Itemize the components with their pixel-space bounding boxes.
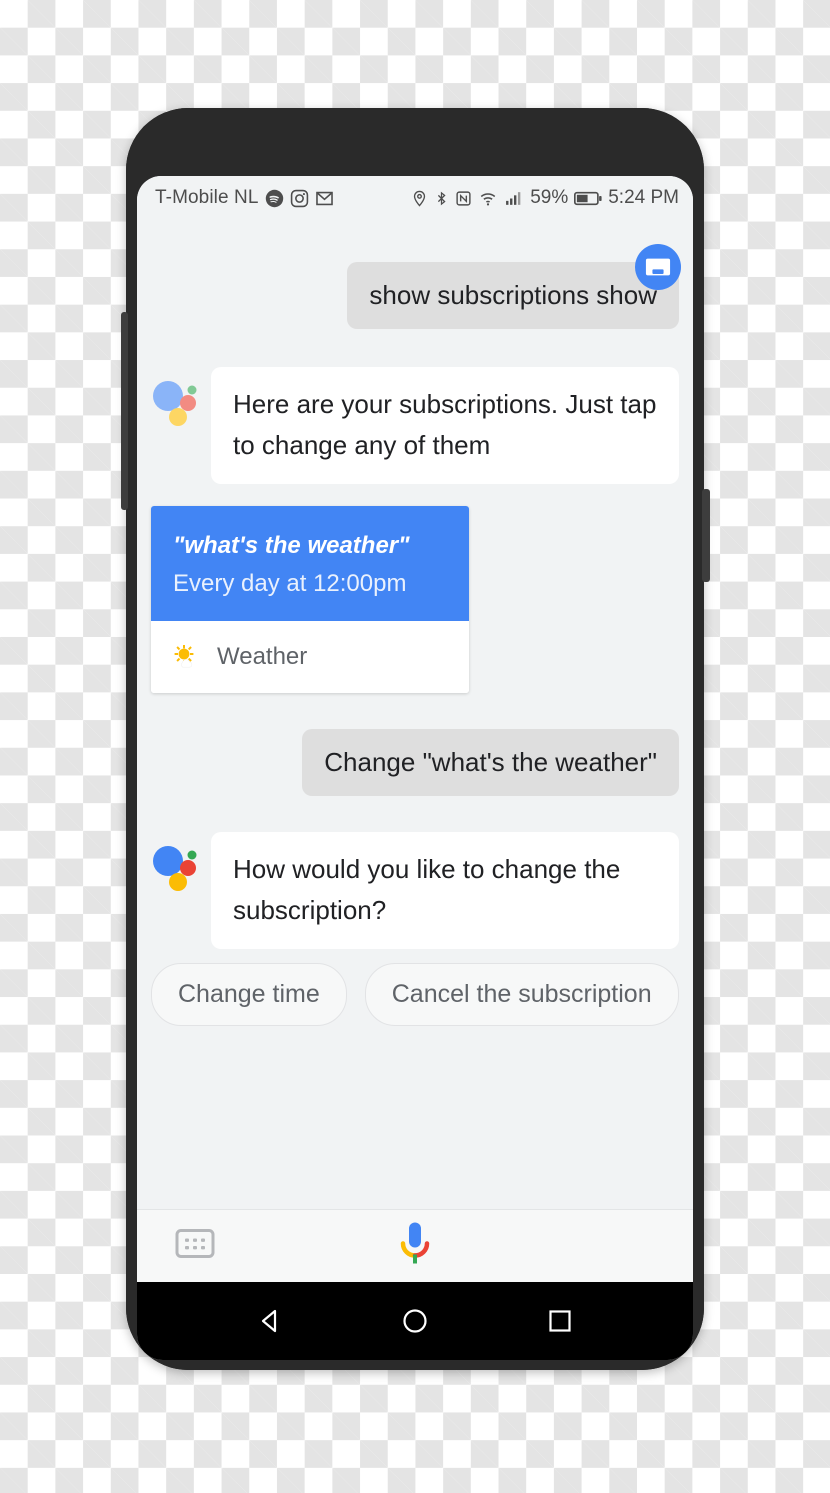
message-row-assistant: Here are your subscriptions. Just tap to… [137,366,693,484]
clock-label: 5:24 PM [608,187,679,208]
assistant-message-bubble: Here are your subscriptions. Just tap to… [211,366,679,484]
assistant-message-bubble: How would you like to change the subscri… [211,831,679,949]
partly-cloudy-weather-icon [173,644,199,670]
phone-device: T-Mobile NL 59% 5:24 PM show subscriptio… [121,108,710,1370]
subscription-card-header[interactable]: "what's the weather" Every day at 12:00p… [151,505,469,622]
android-navigation-bar [137,1282,693,1360]
recents-square-icon[interactable] [530,1291,590,1351]
suggestion-chips-row: Change time Cancel the subscription [137,949,693,1026]
nfc-icon [455,189,472,208]
status-bar-right: 59% 5:24 PM [411,187,679,209]
bluetooth-icon [434,189,449,208]
google-assistant-logo-icon [151,379,203,429]
suggestion-chip-cancel-subscription[interactable]: Cancel the subscription [364,962,679,1026]
subscription-card[interactable]: "what's the weather" Every day at 12:00p… [151,505,469,694]
instagram-icon [290,189,309,208]
user-message-bubble[interactable]: show subscriptions show [347,262,679,329]
status-bar-left: T-Mobile NL [155,187,334,209]
subscription-app-label: Weather [217,643,308,671]
google-microphone-icon[interactable] [396,1220,434,1273]
location-icon [411,189,428,208]
power-button[interactable] [702,489,710,582]
user-message-bubble[interactable]: Change "what's the weather" [302,729,679,796]
subscription-query-label: "what's the weather" [173,531,410,559]
phone-screen: T-Mobile NL 59% 5:24 PM show subscriptio… [137,176,693,1360]
google-assistant-logo-icon [151,844,203,894]
keyboard-input-avatar-icon [635,244,681,290]
suggestion-chip-change-time[interactable]: Change time [151,962,347,1026]
keyboard-icon[interactable] [175,1228,215,1265]
status-bar: T-Mobile NL 59% 5:24 PM [137,176,693,220]
spotify-icon [265,189,284,208]
back-triangle-icon[interactable] [240,1291,300,1351]
conversation-area: show subscriptions show Here are your su… [137,220,693,1209]
wifi-icon [478,189,498,208]
carrier-label: T-Mobile NL [155,187,259,208]
battery-icon [574,190,602,207]
volume-button[interactable] [121,312,128,510]
home-circle-icon[interactable] [385,1291,445,1351]
message-row-user: Change "what's the weather" [137,729,693,796]
input-bar [137,1209,693,1282]
subscription-card-footer[interactable]: Weather [151,621,469,694]
message-row-assistant: How would you like to change the subscri… [137,831,693,949]
message-row-user: show subscriptions show [137,244,693,329]
signal-icon [504,189,524,208]
subscription-schedule-label: Every day at 12:00pm [173,570,407,598]
gmail-icon [315,189,334,208]
battery-percent-label: 59% [530,187,569,208]
